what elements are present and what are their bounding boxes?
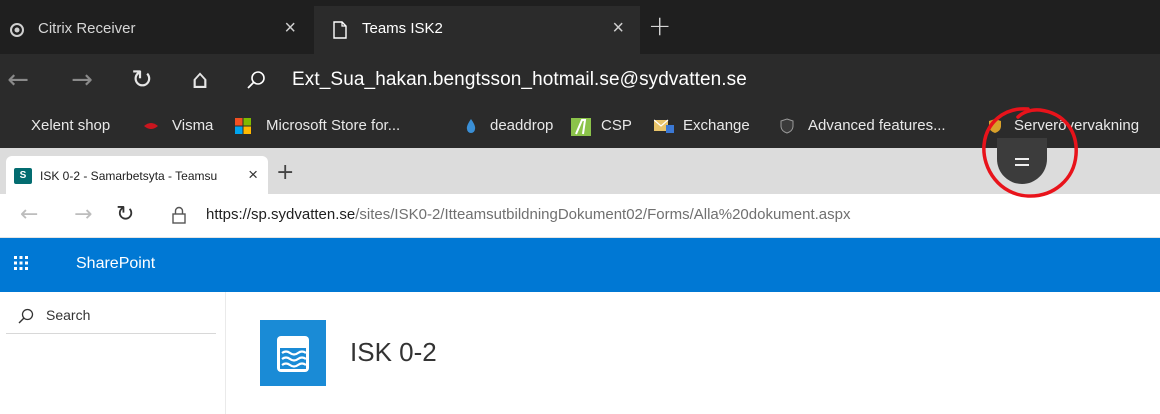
visma-icon (144, 123, 158, 129)
address-bar[interactable]: Ext_Sua_hakan.bengtsson_hotmail.se@sydva… (292, 69, 747, 91)
site-logo[interactable] (260, 320, 326, 386)
site-title[interactable]: ISK 0-2 (350, 337, 437, 368)
lock-icon (172, 206, 186, 224)
outer-tab-title: Teams ISK2 (362, 20, 443, 37)
url-host: https://sp.sydvatten.se (206, 206, 356, 223)
favorite-deaddrop[interactable]: deaddrop (490, 117, 553, 134)
page-icon (333, 21, 347, 39)
back-button[interactable]: ← (20, 202, 38, 227)
left-nav: Search (0, 292, 226, 414)
outer-nav-bar: ← → ↻ ⌂ Ext_Sua_hakan.bengtsson_hotmail.… (0, 54, 1160, 106)
favorite-xelent-shop[interactable]: Xelent shop (31, 117, 110, 134)
close-icon[interactable]: × (612, 17, 624, 40)
water-waves-icon (277, 336, 309, 372)
search-input[interactable]: Search (6, 300, 216, 334)
screenshot-root: Citrix Receiver × Teams ISK2 × + ← → ↻ ⌂… (0, 0, 1160, 414)
shield-icon (780, 118, 794, 134)
citrix-icon (10, 23, 24, 37)
new-tab-button[interactable]: + (648, 12, 671, 40)
favorite-csp[interactable]: CSP (601, 117, 632, 134)
exchange-icon (654, 119, 674, 133)
search-icon (247, 71, 265, 89)
annotation-circle (982, 107, 1078, 198)
back-button[interactable]: ← (2, 64, 34, 96)
sharepoint-suite-bar: SharePoint (0, 238, 1160, 292)
drop-icon (466, 119, 476, 133)
favorite-visma[interactable]: Visma (172, 117, 213, 134)
csp-icon (571, 118, 591, 136)
outer-tab-citrix[interactable]: Citrix Receiver × (0, 6, 312, 54)
outer-tab-title: Citrix Receiver (38, 20, 136, 37)
home-button[interactable]: ⌂ (184, 64, 216, 96)
inner-tab-isk[interactable]: S ISK 0-2 - Samarbetsyta - Teamsu × (6, 156, 268, 194)
url-bar[interactable]: https://sp.sydvatten.se/sites/ISK0-2/Itt… (206, 206, 851, 223)
app-launcher-icon[interactable] (14, 256, 28, 270)
close-icon[interactable]: × (248, 165, 258, 185)
outer-tab-teams[interactable]: Teams ISK2 × (314, 6, 640, 54)
search-icon (18, 308, 34, 324)
sharepoint-brand[interactable]: SharePoint (76, 255, 155, 273)
favorite-advanced-features[interactable]: Advanced features... (808, 117, 946, 134)
sharepoint-icon: S (14, 168, 32, 184)
forward-button[interactable]: → (66, 64, 98, 96)
inner-tab-title: ISK 0-2 - Samarbetsyta - Teamsu (40, 169, 218, 183)
refresh-button[interactable]: ↻ (126, 64, 158, 96)
outer-tab-strip: Citrix Receiver × Teams ISK2 × + (0, 0, 1160, 54)
forward-button[interactable]: → (74, 202, 92, 227)
microsoft-icon (235, 118, 251, 134)
url-path: /sites/ISK0-2/ItteamsutbildningDokument0… (355, 206, 851, 223)
new-tab-button[interactable]: + (276, 162, 294, 184)
close-icon[interactable]: × (284, 17, 296, 40)
favorite-microsoft-store[interactable]: Microsoft Store for... (266, 117, 400, 134)
search-placeholder: Search (46, 307, 91, 323)
refresh-button[interactable]: ↻ (116, 202, 134, 227)
favorite-exchange[interactable]: Exchange (683, 117, 750, 134)
